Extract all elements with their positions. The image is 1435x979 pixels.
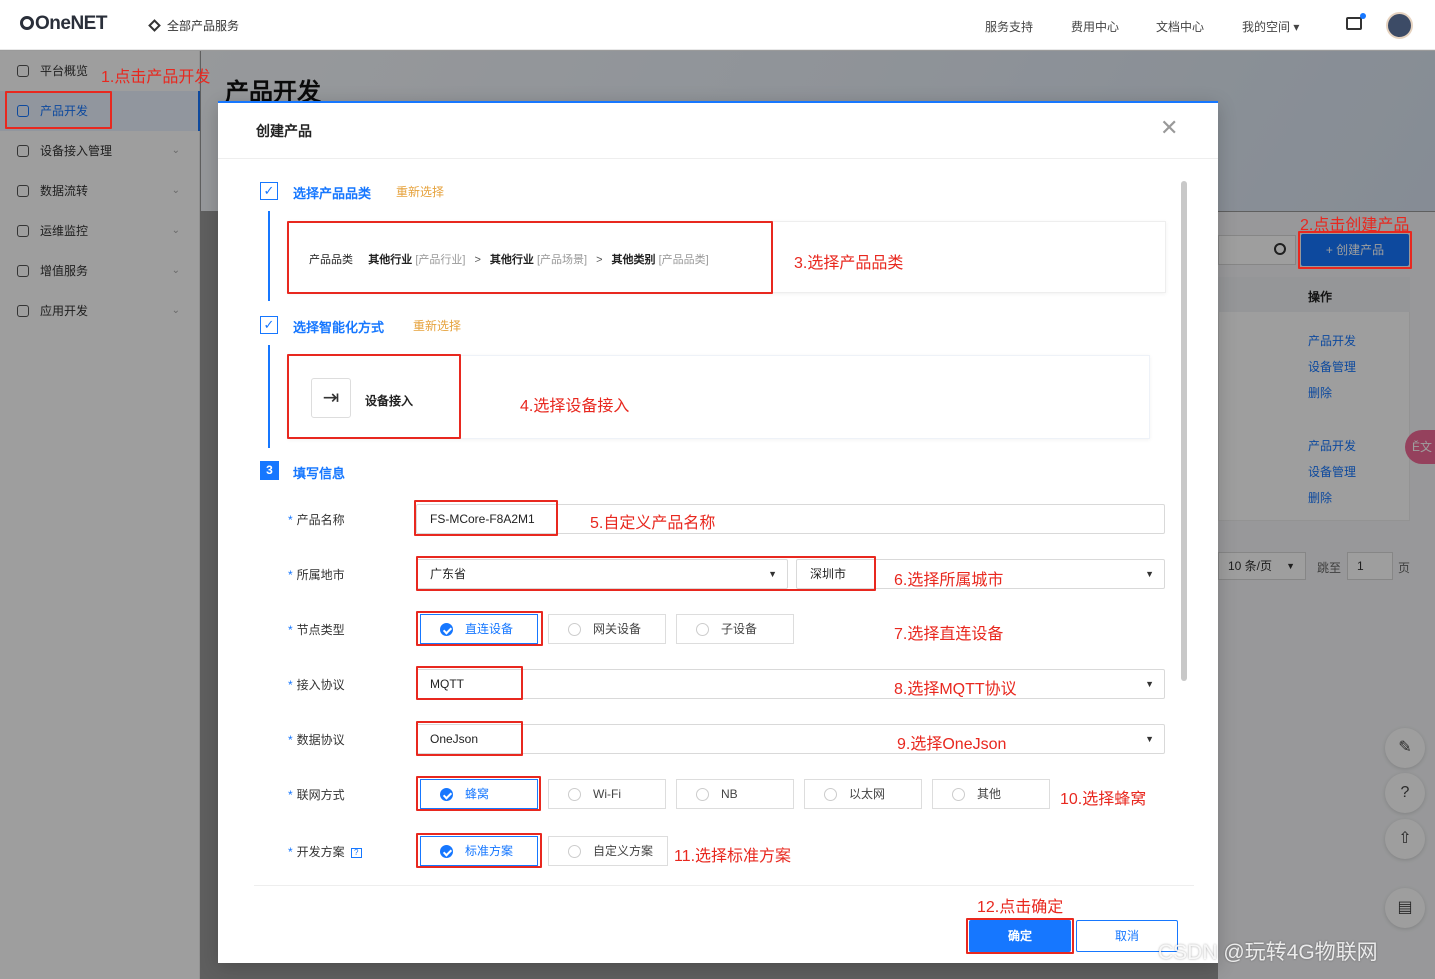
- network-ethernet-radio[interactable]: 以太网: [804, 779, 922, 809]
- step1-line: [268, 211, 270, 301]
- plan-standard-radio[interactable]: 标准方案: [420, 836, 538, 866]
- product-name-label: * 产品名称: [288, 513, 345, 527]
- onenet-logo[interactable]: OneNET: [20, 13, 107, 35]
- step2-line: [268, 345, 270, 448]
- caret-down-icon: ▼: [1145, 734, 1154, 744]
- csdn-watermark: CSDN @玩转4G物联网: [1158, 941, 1378, 964]
- node-gateway-radio[interactable]: 网关设备: [548, 614, 666, 644]
- check-icon: [440, 623, 453, 636]
- note-5: 5.自定义产品名称: [590, 515, 716, 532]
- network-nb-radio[interactable]: NB: [676, 779, 794, 809]
- dev-plan-label: * 开发方案?: [288, 843, 362, 860]
- note-2: 2.点击创建产品: [1300, 217, 1410, 234]
- top-bar: OneNET 全部产品服务 服务支持 费用中心 文档中心 我的空间 ▾: [0, 0, 1435, 50]
- device-access-card[interactable]: ⇥ 设备接入: [288, 355, 1150, 439]
- network-cellular-radio[interactable]: 蜂窝: [420, 779, 538, 809]
- step2-title: 选择智能化方式: [293, 320, 385, 335]
- data-protocol-label: * 数据协议: [288, 733, 345, 747]
- all-products-menu[interactable]: 全部产品服务: [148, 17, 239, 34]
- nav-docs[interactable]: 文档中心: [1156, 18, 1204, 35]
- network-other-radio[interactable]: 其他: [932, 779, 1050, 809]
- note-9: 9.选择OneJson: [897, 736, 1007, 753]
- network-wifi-radio[interactable]: Wi-Fi: [548, 779, 666, 809]
- create-product-modal: 创建产品 ✕ ✓ 选择产品品类 重新选择 产品品类 其他行业 [产品行业] > 其他…: [218, 101, 1218, 963]
- step1-reselect-link[interactable]: 重新选择: [396, 183, 444, 200]
- data-protocol-select[interactable]: OneJson ▼: [416, 724, 1165, 754]
- caret-down-icon: ▼: [1145, 569, 1154, 579]
- nav-support[interactable]: 服务支持: [985, 18, 1033, 35]
- note-12: 12.点击确定: [977, 899, 1064, 916]
- check-icon: [440, 788, 453, 801]
- region-label: * 所属地市: [288, 568, 345, 582]
- plan-custom-radio[interactable]: 自定义方案: [548, 836, 668, 866]
- protocol-label: * 接入协议: [288, 678, 345, 692]
- modal-divider: [218, 158, 1218, 159]
- caret-down-icon: ▼: [1145, 679, 1154, 689]
- category-box[interactable]: 产品品类 其他行业 [产品行业] > 其他行业 [产品场景] > 其他类别 [产品品类]: [288, 221, 1166, 293]
- help-icon[interactable]: ?: [350, 848, 362, 858]
- device-access-label: 设备接入: [365, 394, 414, 408]
- note-7: 7.选择直连设备: [894, 626, 1004, 643]
- step3-title: 填写信息: [293, 466, 346, 481]
- close-icon[interactable]: ✕: [1160, 117, 1178, 139]
- note-4: 4.选择设备接入: [520, 398, 630, 415]
- product-name-input[interactable]: FS-MCore-F8A2M1: [416, 504, 1165, 534]
- nav-billing[interactable]: 费用中心: [1071, 18, 1119, 35]
- mail-icon[interactable]: [1346, 13, 1366, 30]
- avatar[interactable]: [1386, 12, 1413, 39]
- category-path: 产品品类 其他行业 [产品行业] > 其他行业 [产品场景] > 其他类别 [产品品类]: [309, 254, 709, 266]
- node-direct-radio[interactable]: 直连设备: [420, 614, 538, 644]
- node-type-label: * 节点类型: [288, 623, 345, 637]
- note-8: 8.选择MQTT协议: [894, 681, 1017, 698]
- protocol-select[interactable]: MQTT ▼: [416, 669, 1165, 699]
- logo-ring-icon: [20, 16, 34, 30]
- province-select[interactable]: 广东省 ▼: [416, 559, 788, 589]
- footer-divider: [254, 885, 1194, 886]
- network-label: * 联网方式: [288, 788, 345, 802]
- confirm-button[interactable]: 确定: [969, 920, 1071, 952]
- step1-title: 选择产品品类: [293, 186, 372, 201]
- note-6: 6.选择所属城市: [894, 572, 1004, 589]
- note-1: 1.点击产品开发: [101, 69, 211, 86]
- caret-down-icon: ▼: [768, 569, 777, 579]
- modal-title: 创建产品: [256, 123, 312, 139]
- step2-check-icon: ✓: [260, 316, 278, 334]
- note-11: 11.选择标准方案: [674, 848, 792, 865]
- diamond-icon: [148, 19, 161, 32]
- device-access-icon: ⇥: [311, 378, 351, 418]
- modal-scrollbar[interactable]: [1181, 181, 1187, 681]
- note-10: 10.选择蜂窝: [1060, 791, 1147, 808]
- nav-my-space[interactable]: 我的空间 ▾: [1242, 18, 1299, 35]
- step2-reselect-link[interactable]: 重新选择: [413, 317, 461, 334]
- step1-check-icon: ✓: [260, 182, 278, 200]
- modal-accent-bar: [218, 101, 1218, 103]
- check-icon: [440, 845, 453, 858]
- step3-number: 3: [260, 461, 279, 480]
- note-3: 3.选择产品品类: [794, 255, 904, 272]
- node-sub-radio[interactable]: 子设备: [676, 614, 794, 644]
